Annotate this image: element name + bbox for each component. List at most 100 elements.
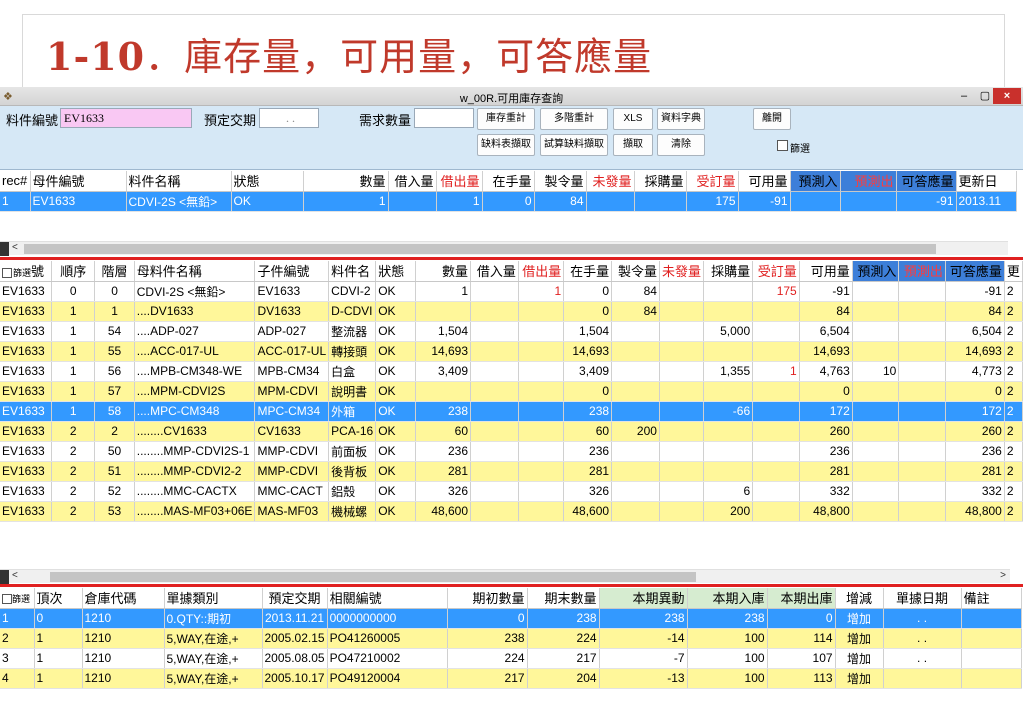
table-cell[interactable]: OK <box>375 441 416 462</box>
table-cell[interactable]: 2 <box>1004 321 1023 342</box>
table-cell[interactable]: 84 <box>611 281 660 302</box>
table-cell[interactable] <box>852 481 900 502</box>
table-cell[interactable]: MMP-CDVI <box>254 441 330 462</box>
column-header[interactable]: 本期出庫 <box>767 588 836 609</box>
table-cell[interactable]: 4,763 <box>799 361 853 382</box>
table-cell[interactable] <box>852 421 900 442</box>
table-cell[interactable]: 200 <box>611 421 660 442</box>
table-cell[interactable]: OK <box>375 321 416 342</box>
table-cell[interactable]: 332 <box>945 481 1005 502</box>
table-cell[interactable]: OK <box>375 381 416 402</box>
table-cell[interactable] <box>703 461 754 482</box>
column-header[interactable]: 在手量 <box>563 261 613 282</box>
table-cell[interactable]: 224 <box>447 648 528 669</box>
column-header[interactable]: 採購量 <box>703 261 754 282</box>
table-cell[interactable]: 2013.11.21 <box>262 608 328 629</box>
table-cell[interactable] <box>752 321 800 342</box>
table-cell[interactable] <box>611 341 660 362</box>
column-header[interactable]: 本期異動 <box>599 588 688 609</box>
due-date-input[interactable]: . . <box>259 108 319 128</box>
table-cell[interactable]: ....MPC-CM348 <box>134 401 256 422</box>
table-cell[interactable] <box>518 481 565 502</box>
table-row[interactable]: EV1633 1 55 ....ACC-017-UL ACC-017-UL 轉接頭 OK 14… <box>0 341 1023 362</box>
column-header[interactable]: 預測出 <box>898 261 946 282</box>
table-cell[interactable]: 2005.02.15 <box>262 628 328 649</box>
table-row[interactable]: EV1633 1 1 ....DV1633 DV1633 D-CDVI OK 0 84 84 84 2 <box>0 301 1023 322</box>
table-cell[interactable]: 100 <box>687 628 768 649</box>
table-cell[interactable]: 整流器 <box>328 321 377 342</box>
table-cell[interactable] <box>611 481 660 502</box>
table-cell[interactable]: 白盒 <box>328 361 377 382</box>
table-cell[interactable] <box>659 321 704 342</box>
table-cell[interactable] <box>752 441 800 462</box>
table-cell[interactable]: 1 <box>303 191 389 212</box>
table-cell[interactable]: MPM-CDVI <box>254 381 330 402</box>
column-header[interactable]: 預測入 <box>852 261 900 282</box>
table-cell[interactable] <box>388 191 437 212</box>
table-cell[interactable] <box>852 301 900 322</box>
table-cell[interactable] <box>659 401 704 422</box>
table-row[interactable]: 2 1 1210 5,WAY,在途,+ 2005.02.15 PO41260005 238 2… <box>0 628 1022 649</box>
table-cell[interactable]: 前面板 <box>328 441 377 462</box>
table-cell[interactable] <box>659 361 704 382</box>
table-cell[interactable]: 224 <box>527 628 600 649</box>
table-cell[interactable]: ........MMP-CDVI2-2 <box>134 461 256 482</box>
table-cell[interactable]: 326 <box>563 481 613 502</box>
table-cell[interactable] <box>752 421 800 442</box>
table-cell[interactable]: 238 <box>415 401 472 422</box>
table-cell[interactable]: 機械螺 <box>328 501 377 522</box>
table-cell[interactable] <box>898 461 946 482</box>
table-cell[interactable]: EV1633 <box>0 301 53 322</box>
table-cell[interactable] <box>703 381 754 402</box>
table-cell[interactable]: MPC-CM34 <box>254 401 330 422</box>
table-cell[interactable]: 172 <box>945 401 1005 422</box>
table-cell[interactable]: ........CV1633 <box>134 421 256 442</box>
table-cell[interactable] <box>518 441 565 462</box>
table-cell[interactable]: 0 <box>482 191 535 212</box>
column-header[interactable]: 製令量 <box>534 171 587 192</box>
table-cell[interactable] <box>898 361 946 382</box>
column-header[interactable]: 階層 <box>94 261 135 282</box>
table-cell[interactable]: EV1633 <box>0 481 53 502</box>
maximize-button[interactable]: ▢ <box>977 88 993 104</box>
table-cell[interactable]: 55 <box>94 341 135 362</box>
table-cell[interactable] <box>898 281 946 302</box>
table-cell[interactable]: 0 <box>563 301 613 322</box>
filter-checkbox[interactable] <box>777 140 788 151</box>
table-cell[interactable]: 51 <box>94 461 135 482</box>
table-cell[interactable] <box>659 441 704 462</box>
table-cell[interactable] <box>470 301 519 322</box>
table-cell[interactable]: 增加 <box>835 608 884 629</box>
table-cell[interactable]: 2 <box>1004 501 1023 522</box>
table-cell[interactable]: 238 <box>527 608 600 629</box>
table-cell[interactable] <box>703 441 754 462</box>
recalc-stock-button[interactable]: 庫存重計 <box>477 108 535 130</box>
table-cell[interactable]: 1,504 <box>563 321 613 342</box>
table-cell[interactable]: ........MAS-MF03+06E <box>134 501 256 522</box>
table-cell[interactable] <box>470 481 519 502</box>
table-cell[interactable]: 5,WAY,在途,+ <box>164 628 263 649</box>
table-cell[interactable]: EV1633 <box>0 421 53 442</box>
table-cell[interactable]: OK <box>375 401 416 422</box>
table-cell[interactable]: 0 <box>51 281 96 302</box>
table-row[interactable]: 3 1 1210 5,WAY,在途,+ 2005.08.05 PO47210002 224 2… <box>0 648 1022 669</box>
table-row[interactable]: EV1633 2 53 ........MAS-MF03+06E MAS-MF03 機械螺… <box>0 501 1023 522</box>
table-cell[interactable] <box>470 281 519 302</box>
column-header[interactable]: 預定交期 <box>262 588 328 609</box>
table-cell[interactable]: ACC-017-UL <box>254 341 330 362</box>
table-cell[interactable]: 236 <box>415 441 472 462</box>
column-header[interactable]: 料件名 <box>328 261 377 282</box>
column-header[interactable]: 可答應量 <box>945 261 1005 282</box>
table-row[interactable]: EV1633 2 52 ........MMC-CACTX MMC-CACT 鋁殼 OK 32… <box>0 481 1023 502</box>
table-cell[interactable]: CDVI-2S <無鉛> <box>126 191 232 212</box>
table-cell[interactable] <box>518 421 565 442</box>
table-cell[interactable]: 14,693 <box>799 341 853 362</box>
table-cell[interactable]: EV1633 <box>254 281 330 302</box>
table-cell[interactable] <box>703 281 754 302</box>
table-cell[interactable] <box>659 301 704 322</box>
table-cell[interactable] <box>898 421 946 442</box>
table-cell[interactable]: 204 <box>527 668 600 689</box>
table-cell[interactable] <box>518 301 565 322</box>
table-row[interactable]: EV1633 1 54 ....ADP-027 ADP-027 整流器 OK 1,504 1,5… <box>0 321 1023 342</box>
table-cell[interactable]: 260 <box>945 421 1005 442</box>
